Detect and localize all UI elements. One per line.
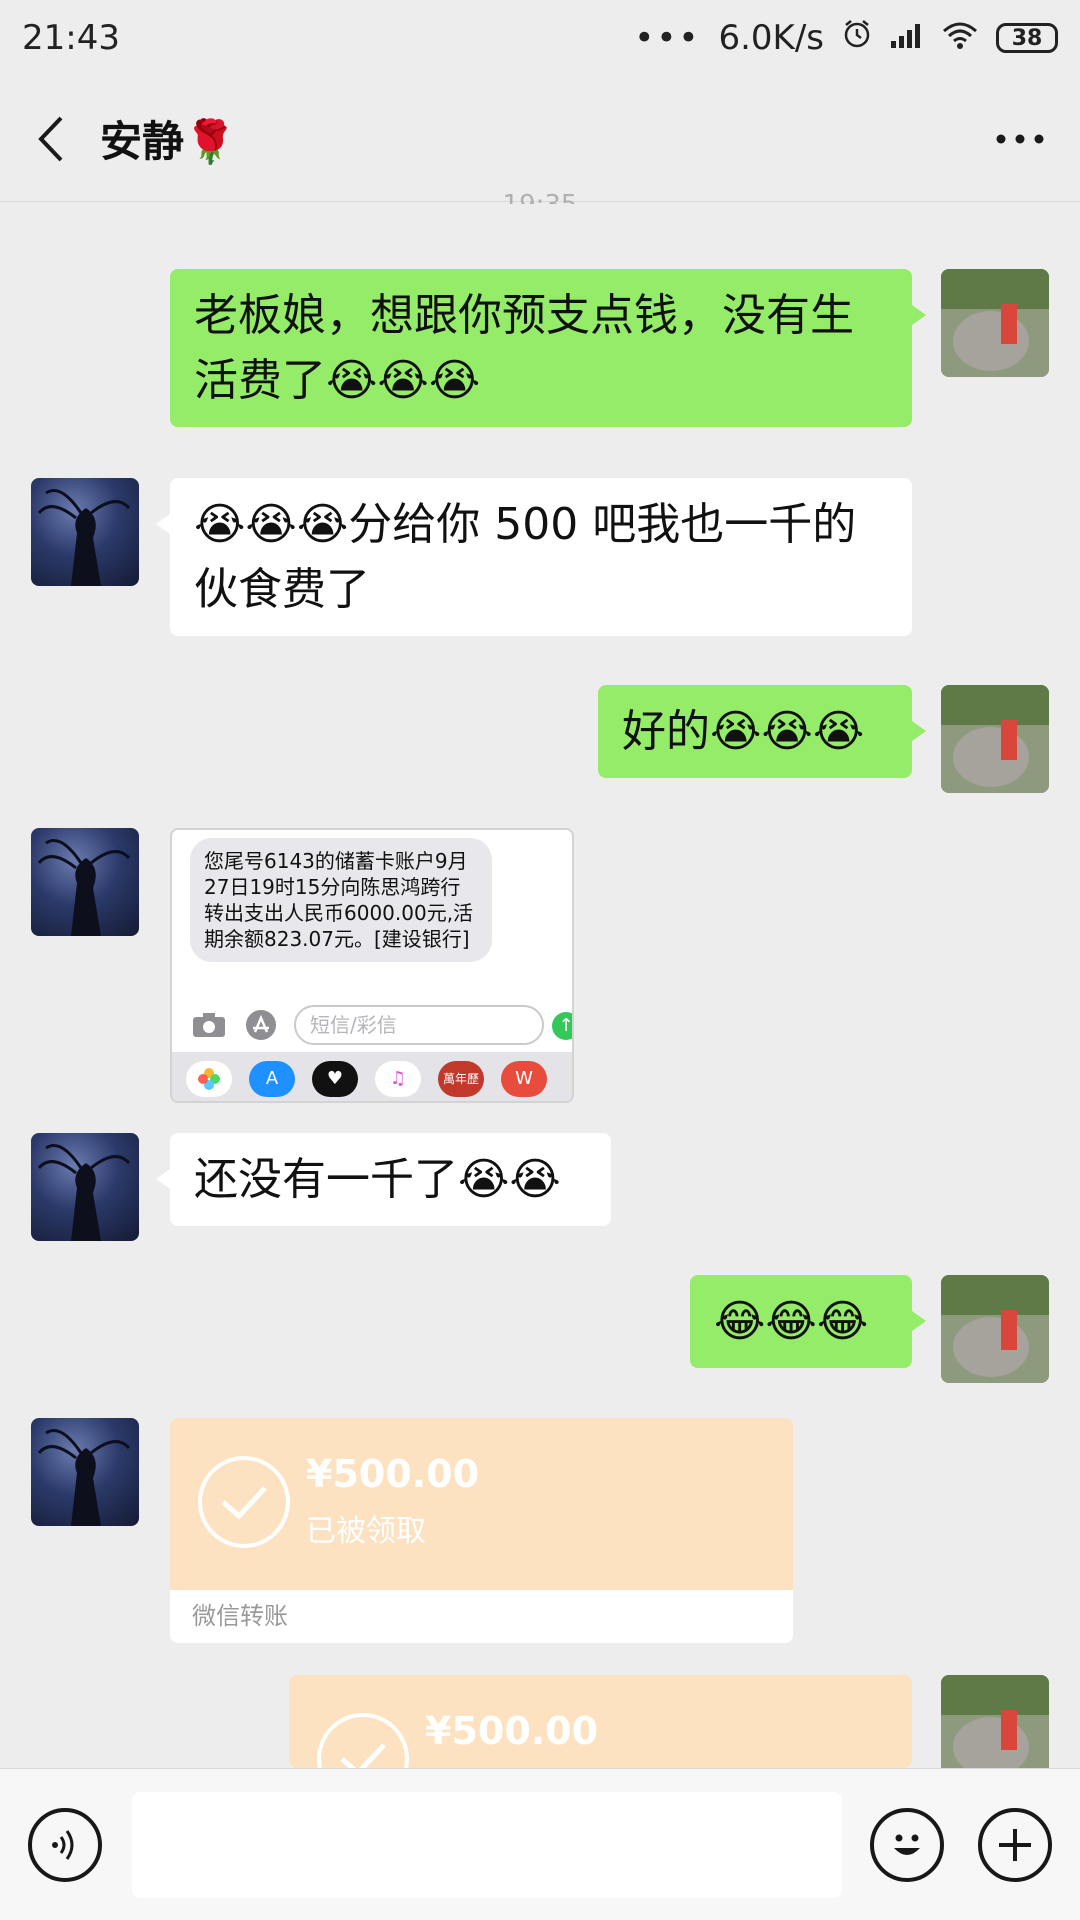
heart-app-icon: ♥ [312, 1060, 358, 1097]
app-store-icon: A [249, 1060, 295, 1097]
sms-app-dock: A ♥ ♫ 萬年歷 W [172, 1052, 572, 1101]
signal-icon [890, 18, 924, 58]
message-bubble-sent[interactable]: 老板娘，想跟你预支点钱，没有生活费了😭😭😭 [170, 269, 926, 427]
send-arrow-icon: ↑ [552, 1012, 572, 1040]
plus-icon [999, 1828, 1031, 1861]
voice-button[interactable] [28, 1807, 102, 1882]
contact-avatar[interactable] [31, 828, 139, 936]
calendar-app-icon: 萬年歷 [438, 1060, 484, 1097]
message-bubble-sent[interactable]: 😂😂😂 [690, 1275, 926, 1368]
more-notifications-icon: ••• [634, 18, 701, 58]
chat-header: 安静🌹 [0, 76, 1080, 202]
transfer-card-body: ¥500.00 [289, 1675, 912, 1768]
contact-avatar[interactable] [31, 1418, 139, 1526]
transfer-amount: ¥500.00 [306, 1452, 480, 1496]
chat-messages[interactable]: 老板娘，想跟你预支点钱，没有生活费了😭😭😭 😭😭😭分给你 500 吧我也一千的伙… [0, 203, 1080, 1768]
app-store-icon [242, 1008, 280, 1042]
my-avatar[interactable] [941, 1275, 1049, 1383]
message-input-bar [0, 1768, 1080, 1920]
status-icons: ••• 6.0K/s 38 [634, 18, 1058, 58]
message-timestamp: 19:35 [0, 190, 1080, 204]
back-arrow-icon [38, 116, 63, 161]
status-bar: 21:43 ••• 6.0K/s 38 [0, 0, 1080, 76]
emoji-button[interactable] [870, 1807, 944, 1882]
transfer-status: 已被领取 [306, 1514, 426, 1549]
check-icon [198, 1456, 290, 1548]
wps-icon: W [501, 1060, 547, 1097]
voice-icon [52, 1829, 74, 1860]
battery-icon: 38 [996, 23, 1058, 53]
image-message-screenshot[interactable]: 您尾号6143的储蓄卡账户9月27日19时15分向陈思鸿跨行转出支出人民币600… [170, 828, 574, 1103]
transfer-label: 微信转账 [192, 1602, 288, 1630]
network-speed: 6.0K/s [718, 18, 824, 58]
camera-icon [190, 1008, 228, 1042]
transfer-amount: ¥500.00 [425, 1709, 599, 1753]
plus-button[interactable] [978, 1807, 1052, 1882]
photos-icon [186, 1060, 232, 1097]
sms-toolbar: 短信/彩信 [172, 1000, 572, 1050]
sms-text: 您尾号6143的储蓄卡账户9月27日19时15分向陈思鸿跨行转出支出人民币600… [190, 838, 492, 962]
contact-avatar[interactable] [31, 478, 139, 586]
contact-avatar[interactable] [31, 1133, 139, 1241]
smiley-icon [894, 1834, 920, 1855]
my-avatar[interactable] [941, 685, 1049, 793]
transfer-card[interactable]: ¥500.00 [289, 1675, 912, 1768]
wifi-icon [942, 18, 978, 58]
message-input[interactable] [132, 1791, 842, 1898]
more-icon [996, 134, 1044, 143]
message-bubble-received[interactable]: 😭😭😭分给你 500 吧我也一千的伙食费了 [156, 478, 912, 636]
back-button[interactable] [0, 76, 100, 202]
transfer-card[interactable]: ¥500.00 已被领取 微信转账 [170, 1418, 793, 1643]
my-avatar[interactable] [941, 269, 1049, 377]
chat-title: 安静🌹 [100, 117, 237, 166]
alarm-icon [842, 18, 872, 58]
message-bubble-received[interactable]: 还没有一千了😭😭 [156, 1133, 611, 1226]
music-icon: ♫ [375, 1060, 421, 1097]
sms-input: 短信/彩信 [294, 1005, 544, 1045]
transfer-card-body: ¥500.00 已被领取 [170, 1418, 793, 1590]
my-avatar[interactable] [941, 1675, 1049, 1768]
check-icon [317, 1713, 409, 1768]
status-time: 21:43 [22, 18, 120, 58]
message-bubble-sent[interactable]: 好的😭😭😭 [598, 685, 926, 778]
more-options-button[interactable] [960, 76, 1080, 202]
